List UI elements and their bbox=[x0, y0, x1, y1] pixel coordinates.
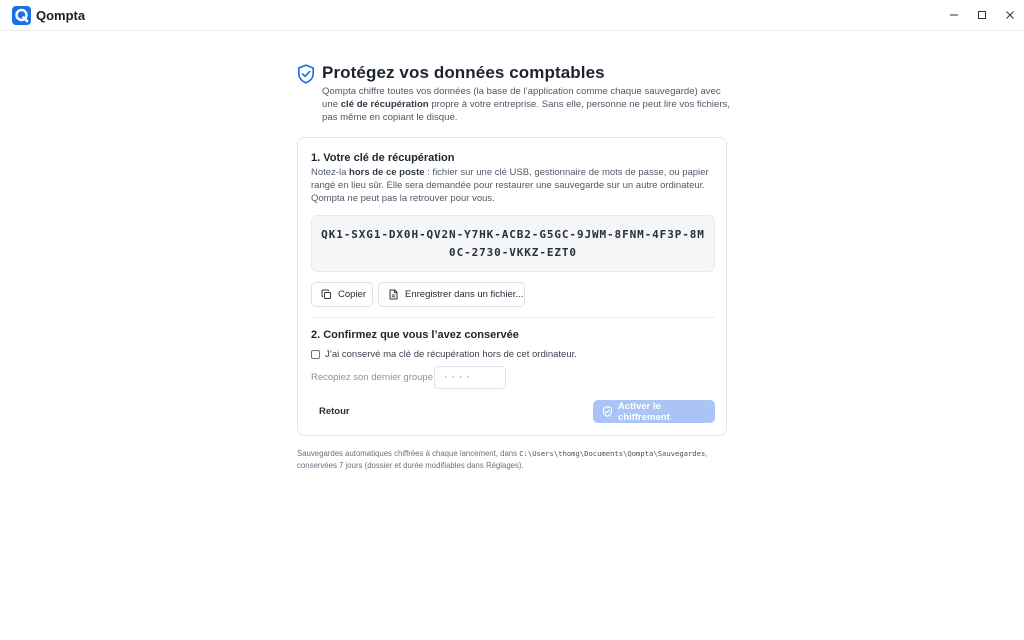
back-button[interactable]: Retour bbox=[311, 402, 355, 420]
confirm-kept-label[interactable]: J’ai conservé ma clé de récupération hor… bbox=[325, 349, 577, 360]
minimize-button[interactable] bbox=[941, 3, 967, 27]
backup-path: C:\Users\thomg\Documents\Qompta\Sauvegar… bbox=[519, 449, 706, 458]
step1-title: 1. Votre clé de récupération bbox=[311, 152, 455, 164]
page-intro: Qompta chiffre toutes vos données (la ba… bbox=[322, 85, 730, 124]
qompta-logo-icon bbox=[12, 6, 31, 25]
last-group-input[interactable]: ···· bbox=[434, 366, 506, 389]
save-label: Enregistrer dans un fichier... bbox=[405, 289, 524, 300]
footnote-text: Sauvegardes automatiques chiffrées à cha… bbox=[297, 449, 520, 458]
step1-text: Notez-la bbox=[311, 167, 350, 178]
activate-label: Activer le chiffrement bbox=[618, 400, 670, 423]
encryption-setup-card: 1. Votre clé de récupération Notez-la ho… bbox=[297, 137, 727, 436]
step2-title: 2. Confirmez que vous l’avez conservée bbox=[311, 329, 519, 341]
maximize-button[interactable] bbox=[969, 3, 995, 27]
recovery-key-box: QK1-SXG1-DX0H-QV2N-Y7HK-ACB2-G5GC-9JWM-8… bbox=[311, 215, 715, 272]
activate-encryption-button[interactable]: Activer le chiffrement bbox=[593, 400, 715, 423]
confirm-kept-row[interactable]: J’ai conservé ma clé de récupération hor… bbox=[311, 349, 577, 360]
intro-emphasis: clé de récupération bbox=[340, 99, 429, 110]
shield-check-icon bbox=[602, 406, 613, 417]
save-to-file-button[interactable]: Enregistrer dans un fichier... bbox=[378, 282, 525, 307]
copy-button[interactable]: Copier bbox=[311, 282, 373, 307]
title-bar: Qompta bbox=[0, 0, 1024, 31]
last-group-label: Recopiez son dernier groupe : bbox=[311, 372, 439, 383]
close-button[interactable] bbox=[997, 3, 1023, 27]
step1-description: Notez-la hors de ce poste : fichier sur … bbox=[311, 166, 715, 205]
file-save-icon bbox=[388, 289, 399, 300]
app-name: Qompta bbox=[36, 8, 86, 23]
recovery-key: QK1-SXG1-DX0H-QV2N-Y7HK-ACB2-G5GC-9JWM-8… bbox=[321, 227, 705, 259]
section-divider bbox=[311, 317, 715, 318]
page-title: Protégez vos données comptables bbox=[322, 63, 605, 82]
confirm-kept-checkbox[interactable] bbox=[311, 350, 320, 359]
backup-footnote: Sauvegardes automatiques chiffrées à cha… bbox=[297, 448, 717, 471]
close-icon bbox=[1006, 11, 1014, 19]
maximize-icon bbox=[978, 11, 986, 19]
shield-check-icon bbox=[297, 64, 315, 84]
minimize-icon bbox=[950, 14, 958, 16]
copy-icon bbox=[321, 289, 332, 300]
copy-label: Copier bbox=[338, 289, 366, 300]
step1-emphasis: hors de ce poste bbox=[349, 167, 425, 178]
